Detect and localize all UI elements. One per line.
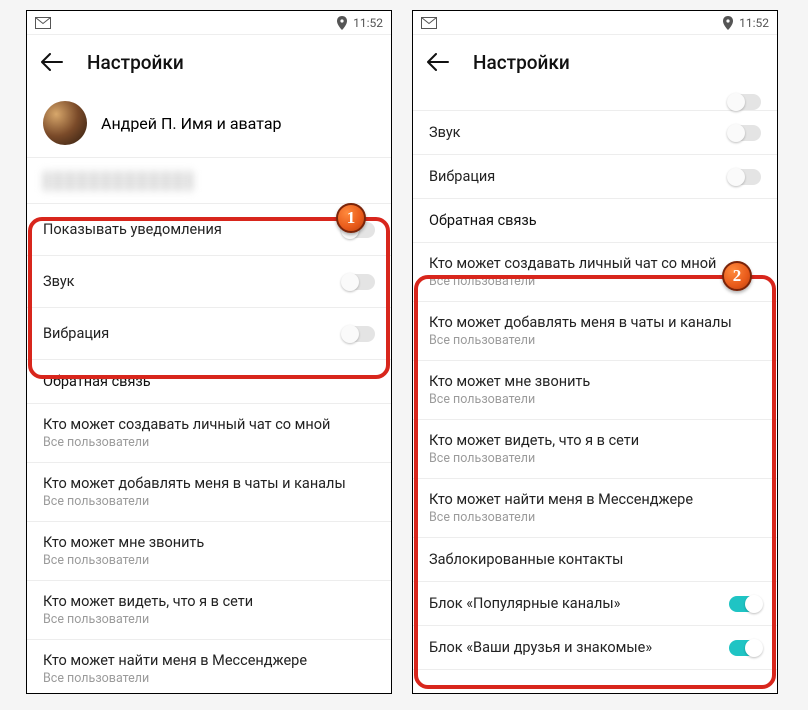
- privacy-value: Все пользователи: [429, 451, 761, 466]
- toggle-label: Звук: [43, 273, 343, 290]
- toggle-popular-block[interactable]: Блок «Популярные каналы»: [413, 582, 777, 626]
- profile-subtitle: Имя и аватар: [181, 114, 282, 133]
- privacy-value: Все пользователи: [43, 494, 375, 509]
- toggle-vibration[interactable]: Вибрация: [27, 308, 391, 360]
- feedback-label: Обратная связь: [429, 212, 761, 229]
- switch-icon[interactable]: [729, 125, 761, 141]
- statusbar: 11:52: [413, 11, 777, 35]
- feedback-row[interactable]: Обратная связь: [27, 360, 391, 404]
- phone-screenshot-right: 11:52 Настройки Звук Вибрация Обратная с…: [412, 10, 778, 694]
- privacy-value: Все пользователи: [429, 333, 761, 348]
- privacy-item[interactable]: Кто может мне звонить Все пользователи: [413, 361, 777, 420]
- privacy-item[interactable]: Кто может найти меня в Мессенджере Все п…: [27, 640, 391, 693]
- mail-icon: [421, 17, 437, 29]
- page-title: Настройки: [473, 51, 570, 74]
- privacy-value: Все пользователи: [43, 612, 375, 627]
- cut-off-row[interactable]: [413, 89, 777, 111]
- toggle-friends-block[interactable]: Блок «Ваши друзья и знакомые»: [413, 626, 777, 670]
- switch-icon[interactable]: [729, 169, 761, 185]
- privacy-value: Все пользователи: [43, 435, 375, 450]
- blurred-content: [43, 171, 193, 191]
- appbar: Настройки: [27, 35, 391, 89]
- switch-icon[interactable]: [343, 326, 375, 342]
- toggle-vibration[interactable]: Вибрация: [413, 155, 777, 199]
- privacy-title: Кто может создавать личный чат со мной: [429, 255, 761, 272]
- statusbar: 11:52: [27, 11, 391, 35]
- privacy-item[interactable]: Кто может добавлять меня в чаты и каналы…: [413, 302, 777, 361]
- toggle-label: Звук: [429, 124, 729, 141]
- privacy-item[interactable]: Кто может добавлять меня в чаты и каналы…: [27, 463, 391, 522]
- privacy-value: Все пользователи: [429, 274, 761, 289]
- phone-screenshot-left: 11:52 Настройки Андрей П. Имя и аватар П…: [26, 10, 392, 694]
- location-icon: [337, 16, 347, 30]
- statusbar-time: 11:52: [739, 16, 769, 30]
- profile-row[interactable]: Андрей П. Имя и аватар: [27, 89, 391, 158]
- privacy-item[interactable]: Кто может видеть, что я в сети Все польз…: [27, 581, 391, 640]
- toggle-label: Блок «Ваши друзья и знакомые»: [429, 639, 729, 656]
- toggle-sound[interactable]: Звук: [27, 256, 391, 308]
- blocked-contacts-row[interactable]: Заблокированные контакты: [413, 538, 777, 582]
- settings-content-right: Звук Вибрация Обратная связь Кто может с…: [413, 89, 777, 693]
- privacy-value: Все пользователи: [429, 510, 761, 525]
- feedback-row[interactable]: Обратная связь: [413, 199, 777, 243]
- privacy-item[interactable]: Кто может найти меня в Мессенджере Все п…: [413, 479, 777, 538]
- switch-icon[interactable]: [729, 94, 761, 110]
- feedback-label: Обратная связь: [43, 373, 375, 390]
- blurred-row: [27, 158, 391, 204]
- privacy-title: Кто может видеть, что я в сети: [429, 432, 761, 449]
- switch-icon[interactable]: [343, 274, 375, 290]
- location-icon: [723, 16, 733, 30]
- settings-content-left: Андрей П. Имя и аватар Показывать уведом…: [27, 89, 391, 693]
- privacy-title: Кто может добавлять меня в чаты и каналы: [43, 475, 375, 492]
- blocked-label: Заблокированные контакты: [429, 551, 761, 568]
- privacy-title: Кто может найти меня в Мессенджере: [429, 491, 761, 508]
- profile-name: Андрей П.: [101, 114, 177, 133]
- annotation-badge-1: 1: [336, 203, 366, 233]
- page-title: Настройки: [87, 51, 184, 74]
- privacy-title: Кто может найти меня в Мессенджере: [43, 652, 375, 669]
- privacy-title: Кто может мне звонить: [43, 534, 375, 551]
- toggle-sound[interactable]: Звук: [413, 111, 777, 155]
- back-arrow-icon[interactable]: [41, 53, 63, 71]
- privacy-title: Кто может добавлять меня в чаты и каналы: [429, 314, 761, 331]
- toggle-label: Вибрация: [429, 168, 729, 185]
- mail-icon: [35, 17, 51, 29]
- back-arrow-icon[interactable]: [427, 53, 449, 71]
- toggle-label: Вибрация: [43, 325, 343, 342]
- switch-icon[interactable]: [729, 640, 761, 656]
- privacy-item[interactable]: Кто может создавать личный чат со мной В…: [27, 404, 391, 463]
- privacy-item[interactable]: Кто может мне звонить Все пользователи: [27, 522, 391, 581]
- privacy-item[interactable]: Кто может видеть, что я в сети Все польз…: [413, 420, 777, 479]
- privacy-title: Кто может создавать личный чат со мной: [43, 416, 375, 433]
- toggle-label: Показывать уведомления: [43, 221, 343, 238]
- privacy-title: Кто может мне звонить: [429, 373, 761, 390]
- privacy-value: Все пользователи: [43, 671, 375, 686]
- avatar: [43, 101, 87, 145]
- statusbar-time: 11:52: [353, 16, 383, 30]
- privacy-value: Все пользователи: [429, 392, 761, 407]
- annotation-badge-2: 2: [722, 261, 752, 291]
- cut-label: [429, 96, 433, 111]
- privacy-title: Кто может видеть, что я в сети: [43, 593, 375, 610]
- toggle-label: Блок «Популярные каналы»: [429, 595, 729, 612]
- privacy-value: Все пользователи: [43, 553, 375, 568]
- switch-icon[interactable]: [729, 596, 761, 612]
- appbar: Настройки: [413, 35, 777, 89]
